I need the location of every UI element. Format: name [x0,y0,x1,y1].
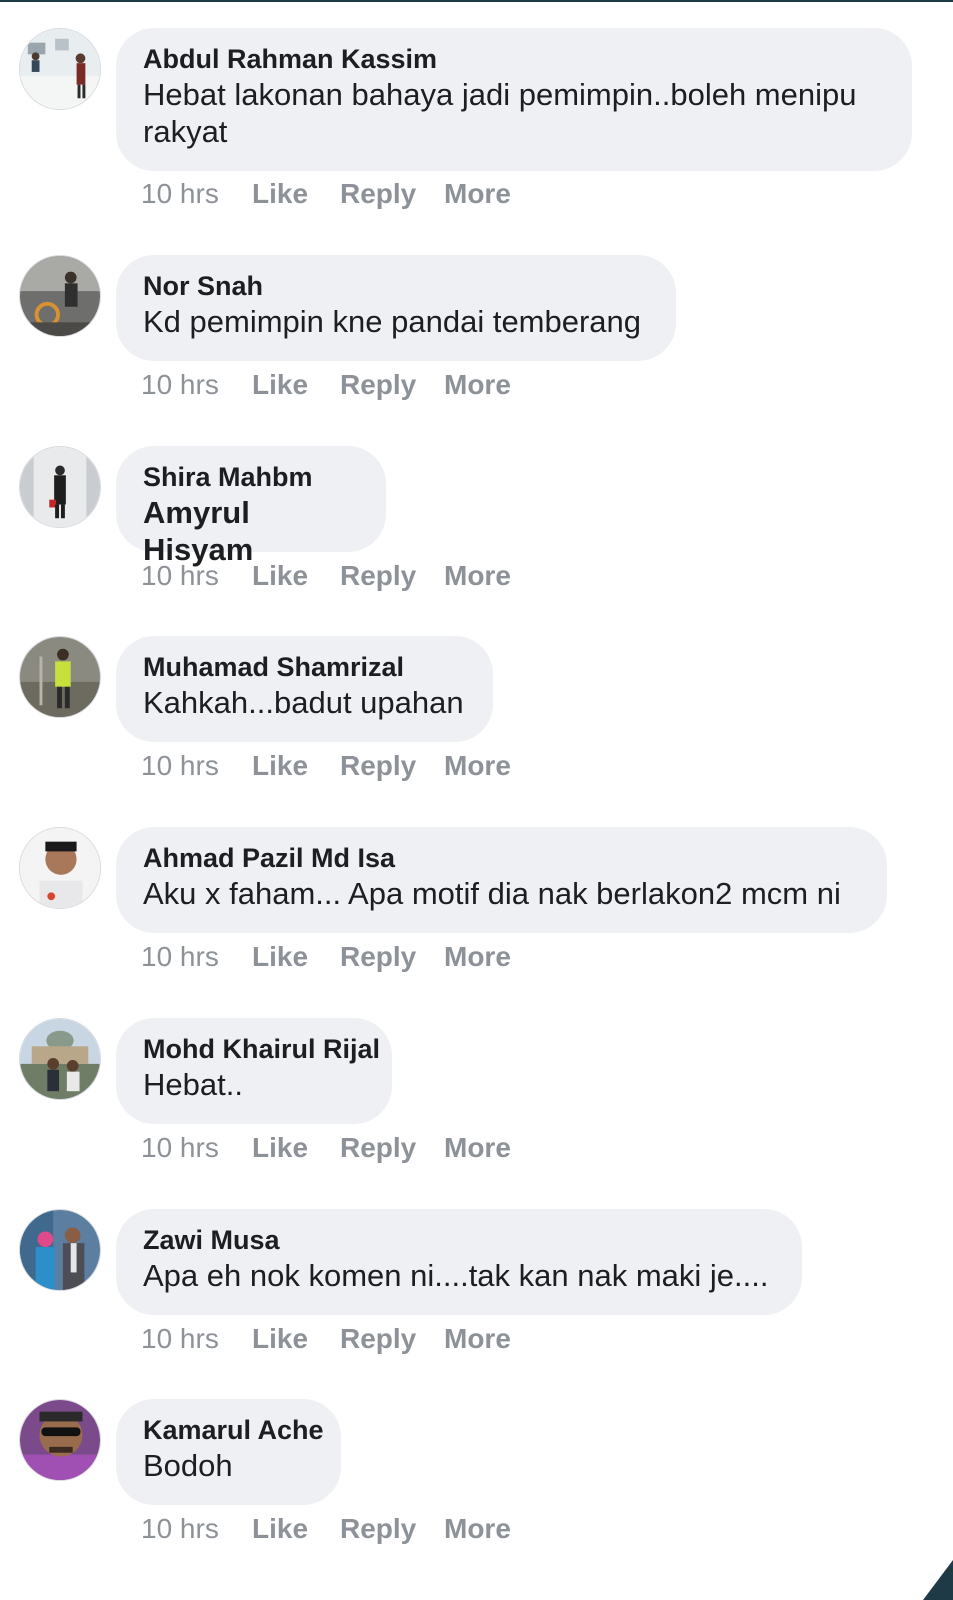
comment-text: Aku x faham... Apa motif dia nak berlako… [143,876,841,911]
avatar[interactable] [19,636,101,718]
comment-text: Bodoh [143,1448,233,1483]
comment-author[interactable]: Muhamad Shamrizal [143,650,466,684]
comment-time[interactable]: 10 hrs [141,941,252,973]
reply-button[interactable]: Reply [340,369,444,401]
comment-author[interactable]: Abdul Rahman Kassim [143,42,885,76]
avatar[interactable] [19,1018,101,1100]
comment-author[interactable]: Nor Snah [143,269,649,303]
comment-actions: 10 hrs Like Reply More [141,369,511,401]
comment-actions: 10 hrs Like Reply More [141,750,511,782]
reply-button[interactable]: Reply [340,560,444,592]
reply-button[interactable]: Reply [340,178,444,210]
comment-bubble: Kamarul Ache Bodoh [116,1399,341,1505]
comment-text: Kahkah...badut upahan [143,685,464,720]
like-button[interactable]: Like [252,1132,340,1164]
comment-bubble: Mohd Khairul Rijal Hebat.. [116,1018,392,1124]
avatar[interactable] [19,827,101,909]
comment-time[interactable]: 10 hrs [141,560,252,592]
comment-actions: 10 hrs Like Reply More [141,1132,511,1164]
like-button[interactable]: Like [252,178,340,210]
comment-time[interactable]: 10 hrs [141,1513,252,1545]
avatar[interactable] [19,446,101,528]
like-button[interactable]: Like [252,1323,340,1355]
like-button[interactable]: Like [252,560,340,592]
comment-bubble: Ahmad Pazil Md Isa Aku x faham... Apa mo… [116,827,887,933]
more-button[interactable]: More [444,750,511,782]
more-button[interactable]: More [444,1513,511,1545]
comment-actions: 10 hrs Like Reply More [141,178,511,210]
comment-author[interactable]: Shira Mahbm [143,460,359,494]
reply-button[interactable]: Reply [340,1323,444,1355]
comment-author[interactable]: Kamarul Ache [143,1413,324,1447]
more-button[interactable]: More [444,178,511,210]
comment-author[interactable]: Ahmad Pazil Md Isa [143,841,860,875]
more-button[interactable]: More [444,1323,511,1355]
comment-text[interactable]: Amyrul Hisyam [143,494,359,568]
comment-time[interactable]: 10 hrs [141,178,252,210]
comment-bubble: Muhamad Shamrizal Kahkah...badut upahan [116,636,493,742]
like-button[interactable]: Like [252,941,340,973]
comment-time[interactable]: 10 hrs [141,1323,252,1355]
avatar[interactable] [19,1399,101,1481]
comment-author[interactable]: Zawi Musa [143,1223,775,1257]
comment-actions: 10 hrs Like Reply More [141,941,511,973]
reply-button[interactable]: Reply [340,941,444,973]
comment-text: Hebat.. [143,1067,243,1102]
comment-bubble: Nor Snah Kd pemimpin kne pandai temberan… [116,255,676,361]
comment-actions: 10 hrs Like Reply More [141,1323,511,1355]
comment-time[interactable]: 10 hrs [141,750,252,782]
comment-time[interactable]: 10 hrs [141,1132,252,1164]
avatar[interactable] [19,1209,101,1291]
comment-bubble: Zawi Musa Apa eh nok komen ni....tak kan… [116,1209,802,1315]
like-button[interactable]: Like [252,369,340,401]
comment-time[interactable]: 10 hrs [141,369,252,401]
comment-author[interactable]: Mohd Khairul Rijal [143,1032,380,1066]
more-button[interactable]: More [444,560,511,592]
comment-text: Apa eh nok komen ni....tak kan nak maki … [143,1258,769,1293]
reply-button[interactable]: Reply [340,1513,444,1545]
reply-button[interactable]: Reply [340,1132,444,1164]
like-button[interactable]: Like [252,750,340,782]
comment-bubble: Shira Mahbm Amyrul Hisyam [116,446,386,567]
comment-bubble: Abdul Rahman Kassim Hebat lakonan bahaya… [116,28,912,171]
more-button[interactable]: More [444,941,511,973]
comment-text: Hebat lakonan bahaya jadi pemimpin..bole… [143,77,857,149]
more-button[interactable]: More [444,369,511,401]
comment-actions: 10 hrs Like Reply More [141,560,511,592]
reply-button[interactable]: Reply [340,750,444,782]
comment-text: Kd pemimpin kne pandai temberang [143,304,642,339]
corner-decoration [923,1560,953,1600]
like-button[interactable]: Like [252,1513,340,1545]
avatar[interactable] [19,255,101,337]
more-button[interactable]: More [444,1132,511,1164]
comment-actions: 10 hrs Like Reply More [141,1513,511,1545]
avatar[interactable] [19,28,101,110]
top-divider [0,0,953,2]
